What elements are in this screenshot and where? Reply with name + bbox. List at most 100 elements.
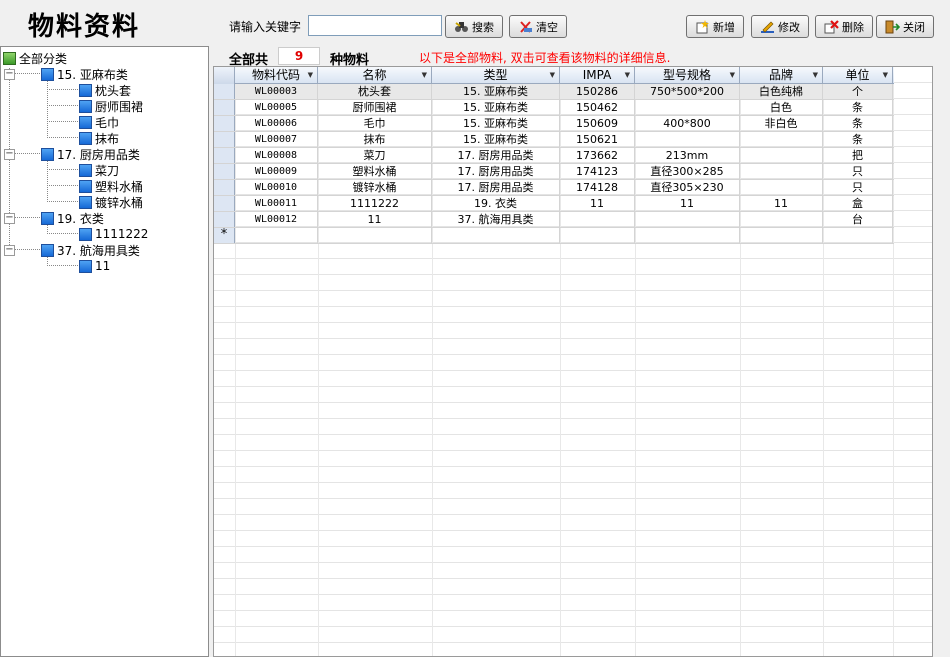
collapse-icon[interactable]: − — [4, 68, 15, 80]
cell-unit[interactable]: 个 — [823, 84, 893, 99]
cell-spec[interactable]: 750*500*200 — [635, 84, 740, 99]
cell-name[interactable]: 厨师围裙 — [318, 100, 432, 115]
clear-button[interactable]: 清空 — [509, 15, 567, 38]
cell-name[interactable]: 枕头套 — [318, 84, 432, 99]
dropdown-arrow-icon[interactable]: ▼ — [422, 67, 427, 83]
cell-code[interactable]: WL00012 — [235, 212, 318, 227]
cell-impa[interactable] — [560, 212, 635, 227]
cell-name[interactable]: 1111222 — [318, 196, 432, 211]
table-row[interactable]: WL00009 塑料水桶 17. 厨房用品类 174123 直径300×285 只 — [214, 164, 894, 180]
table-row[interactable]: WL00011 1111222 19. 衣类 11 11 11 盒 — [214, 196, 894, 212]
new-row-cell[interactable] — [235, 228, 318, 243]
cell-brand[interactable] — [740, 148, 823, 163]
cell-impa[interactable]: 174123 — [560, 164, 635, 179]
column-header-code[interactable]: 物料代码 ▼ — [235, 67, 318, 84]
cell-impa[interactable]: 173662 — [560, 148, 635, 163]
row-selector[interactable] — [214, 84, 235, 99]
cell-code[interactable]: WL00011 — [235, 196, 318, 211]
cell-code[interactable]: WL00007 — [235, 132, 318, 147]
new-row-cell[interactable] — [432, 228, 560, 243]
tree-leaf[interactable]: 抹布 — [79, 130, 119, 146]
cell-brand[interactable] — [740, 180, 823, 195]
row-selector[interactable] — [214, 164, 235, 179]
new-row-cell[interactable] — [318, 228, 432, 243]
column-header-name[interactable]: 名称 ▼ — [318, 67, 432, 84]
new-row-cell[interactable] — [635, 228, 740, 243]
cell-spec[interactable]: 213mm — [635, 148, 740, 163]
table-row[interactable]: WL00003 枕头套 15. 亚麻布类 150286 750*500*200 白色纯棉个 — [214, 84, 894, 100]
row-selector[interactable] — [214, 116, 235, 131]
cell-code[interactable]: WL00008 — [235, 148, 318, 163]
cell-code[interactable]: WL00010 — [235, 180, 318, 195]
cell-code[interactable]: WL00009 — [235, 164, 318, 179]
materials-grid[interactable]: 物料代码 ▼ 名称 ▼ 类型 ▼ IMPA ▼ 型号规格 ▼ 品牌 ▼ 单位 ▼… — [213, 66, 933, 657]
cell-code[interactable]: WL00003 — [235, 84, 318, 99]
add-button[interactable]: 新增 — [686, 15, 744, 38]
cell-brand[interactable] — [740, 164, 823, 179]
cell-name[interactable]: 镀锌水桶 — [318, 180, 432, 195]
tree-leaf[interactable]: 厨师围裙 — [79, 98, 143, 114]
tree-leaf[interactable]: 枕头套 — [79, 82, 131, 98]
cell-impa[interactable]: 150286 — [560, 84, 635, 99]
cell-spec[interactable] — [635, 132, 740, 147]
cell-name[interactable]: 11 — [318, 212, 432, 227]
cell-brand[interactable] — [740, 132, 823, 147]
cell-unit[interactable]: 只 — [823, 164, 893, 179]
cell-impa[interactable]: 174128 — [560, 180, 635, 195]
tree-category[interactable]: − 17. 厨房用品类 — [4, 146, 140, 162]
row-selector[interactable] — [214, 100, 235, 115]
cell-name[interactable]: 塑料水桶 — [318, 164, 432, 179]
cell-code[interactable]: WL00005 — [235, 100, 318, 115]
column-header-spec[interactable]: 型号规格 ▼ — [635, 67, 740, 84]
tree-root[interactable]: 全部分类 — [3, 50, 67, 66]
cell-name[interactable]: 抹布 — [318, 132, 432, 147]
tree-category[interactable]: − 15. 亚麻布类 — [4, 66, 128, 82]
cell-code[interactable]: WL00006 — [235, 116, 318, 131]
cell-brand[interactable]: 白色纯棉 — [740, 84, 823, 99]
cell-type[interactable]: 19. 衣类 — [432, 196, 560, 211]
cell-brand[interactable]: 非白色 — [740, 116, 823, 131]
new-row-marker[interactable]: * — [214, 228, 235, 243]
new-row-cell[interactable] — [560, 228, 635, 243]
dropdown-arrow-icon[interactable]: ▼ — [813, 67, 818, 83]
column-header-impa[interactable]: IMPA ▼ — [560, 67, 635, 84]
new-row-cell[interactable] — [740, 228, 823, 243]
tree-category[interactable]: − 19. 衣类 — [4, 210, 104, 226]
cell-spec[interactable] — [635, 100, 740, 115]
cell-type[interactable]: 17. 厨房用品类 — [432, 164, 560, 179]
cell-type[interactable]: 15. 亚麻布类 — [432, 84, 560, 99]
cell-unit[interactable]: 盒 — [823, 196, 893, 211]
tree-leaf[interactable]: 菜刀 — [79, 162, 119, 178]
cell-type[interactable]: 17. 厨房用品类 — [432, 180, 560, 195]
cell-type[interactable]: 37. 航海用具类 — [432, 212, 560, 227]
cell-brand[interactable]: 11 — [740, 196, 823, 211]
search-input[interactable] — [308, 15, 442, 36]
cell-spec[interactable]: 直径300×285 — [635, 164, 740, 179]
row-selector[interactable] — [214, 132, 235, 147]
cell-unit[interactable]: 条 — [823, 116, 893, 131]
select-all-corner[interactable] — [214, 67, 235, 84]
table-row[interactable]: WL00008 菜刀 17. 厨房用品类 173662 213mm 把 — [214, 148, 894, 164]
cell-impa[interactable]: 150609 — [560, 116, 635, 131]
table-row[interactable]: WL00012 11 37. 航海用具类 台 — [214, 212, 894, 228]
cell-spec[interactable]: 11 — [635, 196, 740, 211]
cell-name[interactable]: 菜刀 — [318, 148, 432, 163]
tree-leaf[interactable]: 毛巾 — [79, 114, 119, 130]
dropdown-arrow-icon[interactable]: ▼ — [730, 67, 735, 83]
tree-leaf[interactable]: 塑料水桶 — [79, 178, 143, 194]
cell-unit[interactable]: 台 — [823, 212, 893, 227]
collapse-icon[interactable]: − — [4, 148, 15, 160]
cell-impa[interactable]: 11 — [560, 196, 635, 211]
cell-unit[interactable]: 只 — [823, 180, 893, 195]
collapse-icon[interactable]: − — [4, 212, 15, 224]
cell-spec[interactable] — [635, 212, 740, 227]
cell-name[interactable]: 毛巾 — [318, 116, 432, 131]
table-row[interactable]: WL00007 抹布 15. 亚麻布类 150621 条 — [214, 132, 894, 148]
dropdown-arrow-icon[interactable]: ▼ — [550, 67, 555, 83]
table-row[interactable]: WL00010 镀锌水桶 17. 厨房用品类 174128 直径305×230 只 — [214, 180, 894, 196]
column-header-type[interactable]: 类型 ▼ — [432, 67, 560, 84]
dropdown-arrow-icon[interactable]: ▼ — [883, 67, 888, 83]
close-button[interactable]: 关闭 — [876, 15, 934, 38]
cell-impa[interactable]: 150462 — [560, 100, 635, 115]
cell-brand[interactable]: 白色 — [740, 100, 823, 115]
